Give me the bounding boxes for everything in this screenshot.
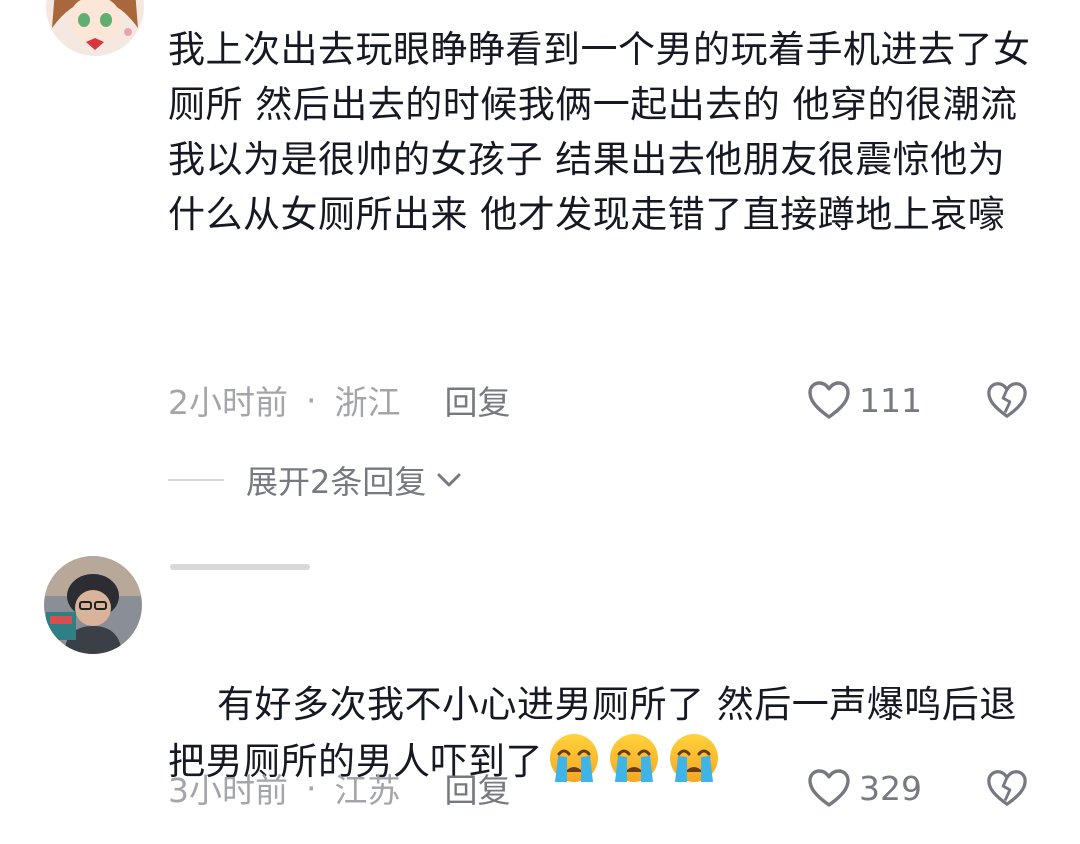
avatar[interactable] bbox=[44, 556, 142, 654]
crying-face-icon bbox=[550, 734, 598, 782]
emoji-group bbox=[543, 734, 723, 783]
avatar[interactable] bbox=[46, 0, 144, 56]
comment-2: 有好多次我不小心进男厕所了 然后一声爆鸣后退 把男厕所的男人吓到了 3小时前 ·… bbox=[0, 540, 1080, 828]
dislike-button[interactable] bbox=[986, 378, 1028, 422]
meta-separator: · bbox=[306, 768, 317, 808]
heart-icon bbox=[808, 381, 850, 419]
comment-1: 我上次出去玩眼睁睁看到一个男的玩着手机进去了女厕所 然后出去的时候我俩一起出去的… bbox=[0, 0, 1080, 520]
like-button[interactable]: 329 bbox=[807, 766, 922, 810]
comment-time: 2小时前 bbox=[168, 383, 288, 422]
crying-face-icon bbox=[610, 734, 658, 782]
like-count: 111 bbox=[859, 380, 922, 420]
comment-meta: 3小时前 · 江苏 回复 bbox=[168, 764, 511, 812]
avatar-anime-girl-image bbox=[46, 0, 144, 56]
expand-replies-button[interactable]: 展开2条回复 bbox=[168, 458, 464, 502]
broken-heart-icon bbox=[987, 770, 1027, 806]
username-redacted bbox=[170, 564, 310, 570]
avatar-child-photo-image bbox=[44, 556, 142, 654]
expand-replies-label: 展开2条回复 bbox=[246, 463, 427, 501]
dislike-button[interactable] bbox=[986, 766, 1028, 810]
crying-face-icon bbox=[670, 734, 718, 782]
comment-text: 我上次出去玩眼睁睁看到一个男的玩着手机进去了女厕所 然后出去的时候我俩一起出去的… bbox=[168, 28, 1031, 236]
like-count: 329 bbox=[859, 768, 922, 808]
meta-separator: · bbox=[306, 380, 317, 420]
replies-divider bbox=[168, 479, 224, 481]
chevron-down-icon bbox=[437, 473, 461, 487]
heart-icon bbox=[808, 769, 850, 807]
like-button[interactable]: 111 bbox=[807, 378, 922, 422]
broken-heart-icon bbox=[987, 382, 1027, 418]
reply-button[interactable]: 回复 bbox=[445, 376, 511, 424]
comment-time: 3小时前 bbox=[168, 771, 288, 810]
comment-location: 浙江 bbox=[334, 383, 401, 422]
comment-location: 江苏 bbox=[334, 771, 401, 810]
reply-button[interactable]: 回复 bbox=[445, 764, 511, 812]
comment-text: 有好多次我不小心进男厕所了 然后一声爆鸣后退 把男厕所的男人吓到了 bbox=[168, 622, 1038, 844]
comment-meta: 2小时前 · 浙江 回复 bbox=[168, 376, 511, 424]
